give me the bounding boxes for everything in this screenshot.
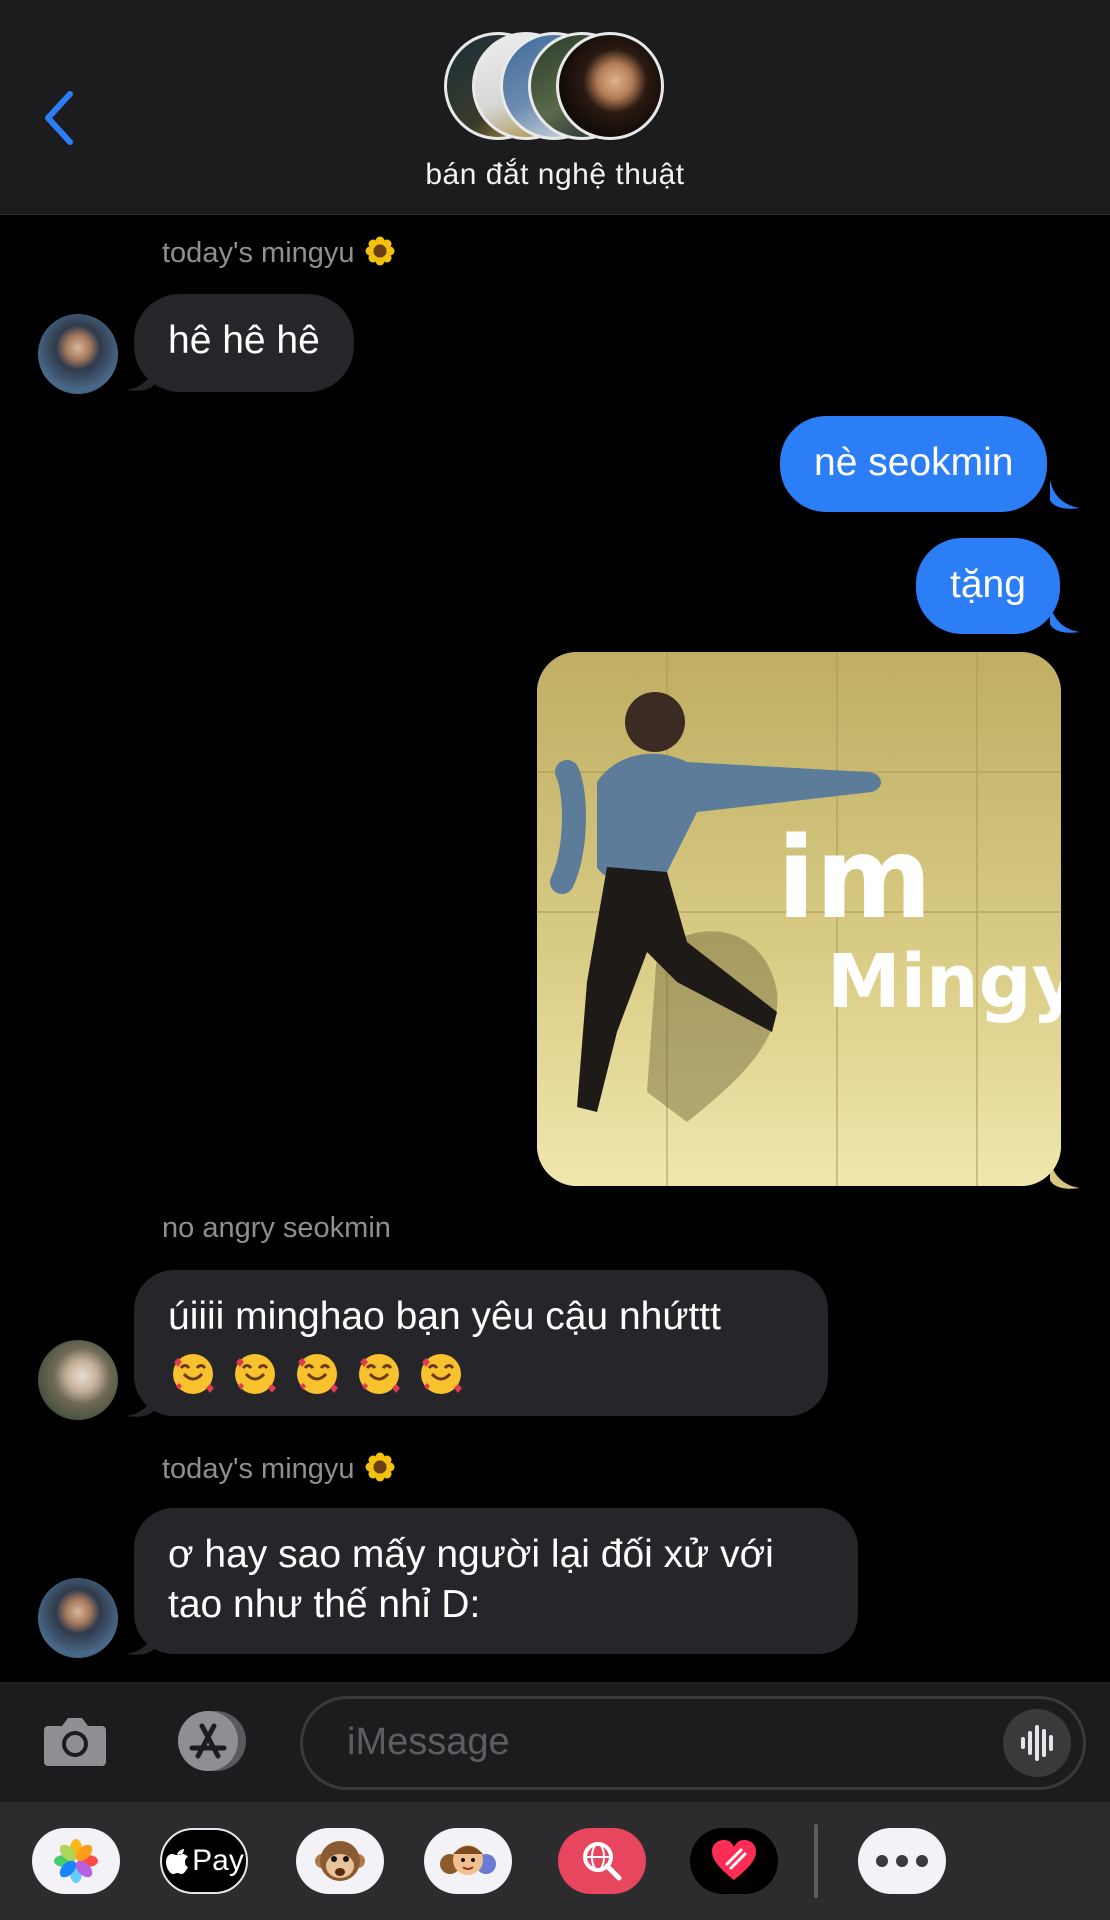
apple-logo-icon xyxy=(166,1849,189,1874)
sender-label: today's mingyu xyxy=(162,237,355,269)
message-text-line: ơ hay sao mấy người lại đối xử với xyxy=(168,1533,774,1576)
conversation-header: bán đắt nghệ thuật xyxy=(0,0,1110,215)
divider xyxy=(814,1824,818,1898)
photos-app-icon[interactable] xyxy=(32,1828,120,1894)
image-attachment[interactable]: im Mingy xyxy=(537,652,1061,1186)
sunflower-icon xyxy=(365,1452,395,1482)
message-bubble-outgoing[interactable]: tặng xyxy=(916,538,1060,634)
smiling-face-with-hearts-icon xyxy=(292,1348,342,1396)
avatar-seokmin[interactable] xyxy=(38,1340,118,1420)
smiling-face-with-hearts-icon xyxy=(230,1348,280,1396)
camera-icon[interactable] xyxy=(42,1710,108,1770)
apple-pay-app-icon[interactable]: Pay xyxy=(160,1828,248,1894)
bubble-tail xyxy=(1050,480,1080,509)
group-avatar-5 xyxy=(556,32,664,140)
avatar-mingyu[interactable] xyxy=(38,1578,118,1658)
chevron-left-icon[interactable] xyxy=(40,88,80,148)
more-apps-icon[interactable] xyxy=(858,1828,946,1894)
message-bubble-outgoing[interactable]: nè seokmin xyxy=(780,416,1048,512)
message-bubble-incoming[interactable]: úiiii minghao bạn yêu cậu nhứttt xyxy=(134,1270,828,1416)
group-name[interactable]: bán đắt nghệ thuật xyxy=(0,158,1110,192)
app-store-icon[interactable] xyxy=(168,1708,256,1774)
message-bubble-incoming[interactable]: ơ hay sao mấy người lại đối xử với tao n… xyxy=(134,1508,858,1654)
apple-pay-label: Pay xyxy=(192,1844,244,1877)
message-text-line: tao như thế nhỉ D: xyxy=(168,1583,481,1626)
smiling-face-with-hearts-icon xyxy=(354,1348,404,1396)
animoji-app-icon[interactable] xyxy=(296,1828,384,1894)
message-bubble-incoming[interactable]: hê hê hê xyxy=(134,294,354,392)
sender-name: today's mingyu xyxy=(162,236,395,270)
message-input[interactable]: iMessage xyxy=(300,1696,1086,1790)
app-drawer: Pay xyxy=(0,1802,1110,1920)
memoji-app-icon[interactable] xyxy=(424,1828,512,1894)
image-content: im Mingy xyxy=(537,652,1061,1186)
web-search-app-icon[interactable] xyxy=(558,1828,646,1894)
sender-name: today's mingyu xyxy=(162,1452,395,1486)
image-caption-mingy: Mingy xyxy=(827,939,1061,1025)
message-input-placeholder: iMessage xyxy=(347,1721,510,1763)
image-caption-im: im xyxy=(777,814,932,944)
group-avatar-stack[interactable] xyxy=(444,32,666,144)
sunflower-icon xyxy=(365,236,395,266)
smiling-face-with-hearts-icon xyxy=(416,1348,466,1396)
message-text: úiiii minghao bạn yêu cậu nhứttt xyxy=(168,1295,721,1338)
smiling-face-with-hearts-icon xyxy=(168,1348,218,1396)
emoji-row xyxy=(168,1348,794,1396)
sender-label: today's mingyu xyxy=(162,1453,355,1485)
voice-waveform-icon[interactable] xyxy=(1003,1709,1071,1777)
digital-touch-app-icon[interactable] xyxy=(690,1828,778,1894)
sender-name: no angry seokmin xyxy=(162,1212,391,1244)
avatar-mingyu[interactable] xyxy=(38,314,118,394)
compose-bar: iMessage xyxy=(0,1682,1110,1802)
